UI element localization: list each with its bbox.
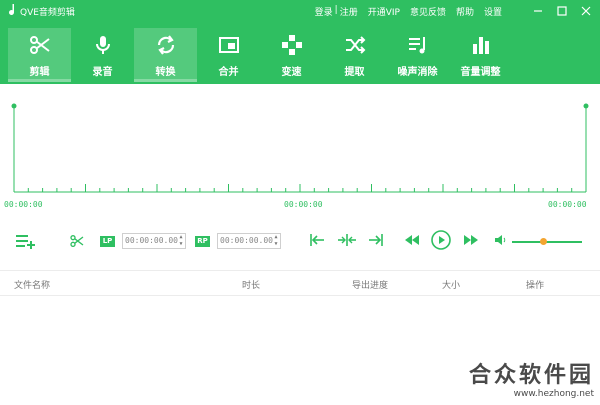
play-icon[interactable] — [431, 230, 451, 250]
tool-merge[interactable]: 合并 — [197, 28, 260, 82]
lp-badge: LP — [100, 236, 115, 247]
tool-extract[interactable]: 提取 — [323, 28, 386, 82]
volume-bars-icon — [469, 33, 493, 57]
login-link[interactable]: 登录 — [315, 5, 333, 18]
tool-label: 合并 — [218, 67, 239, 78]
minimize-icon[interactable] — [530, 3, 546, 19]
timeline-start-time: 00:00:00 — [4, 200, 43, 209]
title-bar: QVE音频剪辑 登录 | 注册 开通VIP 意见反馈 帮助 设置 — [0, 0, 600, 22]
scissors-icon — [28, 33, 52, 57]
watermark-main-text: 合众软件园 — [468, 363, 594, 388]
rp-time-input[interactable]: 00:00:00.00 ▲ ▼ — [217, 233, 281, 249]
close-icon[interactable] — [578, 3, 594, 19]
timeline-ruler — [11, 103, 589, 193]
app-logo-icon — [6, 3, 18, 17]
tool-label: 变速 — [281, 67, 302, 78]
app-header: QVE音频剪辑 登录 | 注册 开通VIP 意见反馈 帮助 设置 剪辑 录音 转… — [0, 0, 600, 84]
jump-to-end-icon[interactable] — [368, 234, 384, 246]
merge-icon — [217, 33, 241, 57]
rp-badge: RP — [195, 236, 210, 247]
tool-bar: 剪辑 录音 转换 合并 变速 提取 噪声消除 音量调整 — [8, 28, 512, 82]
tool-noise-removal[interactable]: 噪声消除 — [386, 28, 449, 82]
link-separator: | — [334, 5, 338, 15]
lp-time-input[interactable]: 00:00:00.00 ▲ ▼ — [122, 233, 186, 249]
volume-slider-knob[interactable] — [540, 238, 547, 245]
watermark: 合众软件园 www.hezhong.net — [469, 357, 594, 399]
app-title: QVE音频剪辑 — [20, 8, 75, 18]
tool-convert[interactable]: 转换 — [134, 28, 197, 82]
feedback-link[interactable]: 意见反馈 — [410, 5, 446, 18]
end-marker[interactable] — [583, 103, 589, 109]
column-size: 大小 — [442, 281, 461, 291]
speaker-icon[interactable] — [495, 235, 507, 245]
control-bar: LP 00:00:00.00 ▲ ▼ RP 00:00:00.00 ▲ ▼ — [0, 222, 600, 258]
tool-label: 录音 — [92, 67, 113, 78]
jump-to-start-icon[interactable] — [309, 234, 325, 246]
maximize-icon[interactable] — [554, 3, 570, 19]
title-links: 登录 | 注册 开通VIP 意见反馈 帮助 设置 — [315, 5, 502, 18]
lp-time-value: 00:00:00.00 — [125, 236, 178, 245]
timeline-middle-time: 00:00:00 — [284, 200, 323, 209]
register-link[interactable]: 注册 — [340, 5, 358, 18]
tool-label: 音量调整 — [460, 67, 501, 78]
column-export-progress: 导出进度 — [352, 281, 389, 291]
center-icon[interactable] — [338, 234, 356, 246]
cut-scissors-icon[interactable] — [69, 233, 85, 249]
extract-icon — [343, 33, 367, 57]
tool-label: 提取 — [344, 67, 365, 78]
window-controls — [530, 3, 594, 19]
speed-icon — [280, 33, 304, 57]
microphone-icon — [91, 33, 115, 57]
waveform-area[interactable]: 00:00:00 00:00:00 00:00:00 — [0, 84, 600, 214]
rewind-icon[interactable] — [405, 235, 419, 245]
tool-label: 转换 — [155, 67, 176, 78]
column-actions: 操作 — [526, 281, 545, 291]
tool-record[interactable]: 录音 — [71, 28, 134, 82]
settings-link[interactable]: 设置 — [484, 5, 502, 18]
watermark-url: www.hezhong.net — [513, 389, 594, 399]
tool-cut[interactable]: 剪辑 — [8, 28, 71, 82]
rp-time-spinner[interactable]: ▲ ▼ — [273, 234, 279, 248]
add-file-icon[interactable] — [15, 233, 37, 249]
column-file-name: 文件名称 — [14, 281, 51, 291]
rp-time-value: 00:00:00.00 — [220, 236, 273, 245]
column-duration: 时长 — [242, 281, 261, 291]
tool-label: 剪辑 — [29, 67, 50, 78]
help-link[interactable]: 帮助 — [456, 5, 474, 18]
vip-link[interactable]: 开通VIP — [368, 5, 400, 18]
tool-volume-adjust[interactable]: 音量调整 — [449, 28, 512, 82]
timeline-end-time: 00:00:00 — [548, 200, 587, 209]
lp-time-spinner[interactable]: ▲ ▼ — [178, 234, 184, 248]
tool-speed[interactable]: 变速 — [260, 28, 323, 82]
noise-icon — [406, 33, 430, 57]
start-marker[interactable] — [11, 103, 17, 109]
file-list-header: 文件名称 时长 导出进度 大小 操作 — [0, 270, 600, 296]
volume-slider-track[interactable] — [512, 241, 582, 243]
fast-forward-icon[interactable] — [464, 235, 478, 245]
convert-icon — [154, 33, 178, 57]
tool-label: 噪声消除 — [397, 67, 438, 78]
